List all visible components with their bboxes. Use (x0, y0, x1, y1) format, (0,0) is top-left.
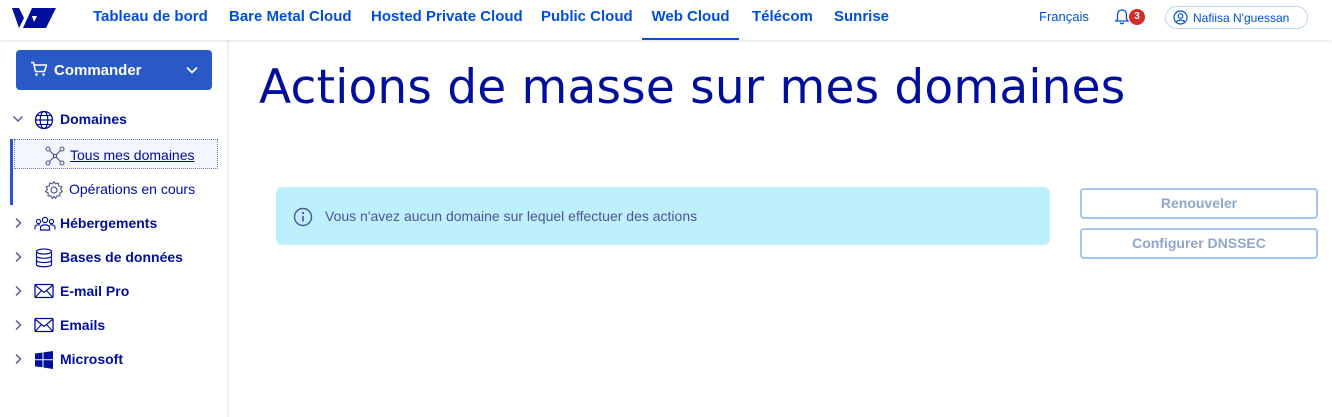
gear-icon (44, 180, 64, 200)
chevron-right-icon (15, 286, 22, 296)
info-message-text: Vous n'avez aucun domaine sur lequel eff… (325, 208, 698, 224)
sidebar-item-emails[interactable]: Emails (0, 310, 229, 340)
tab-web-cloud[interactable]: Web Cloud (642, 0, 739, 40)
top-navigation: Tableau de bord Bare Metal Cloud Hosted … (0, 0, 1332, 40)
sidebar: Commander Domaines Tous mes domaines Opé… (0, 40, 229, 417)
sidebar-item-label: Microsoft (60, 351, 123, 367)
sidebar-item-label: Domaines (60, 111, 127, 127)
sidebar-subitem-tous-mes-domaines[interactable]: Tous mes domaines (14, 139, 218, 169)
chevron-right-icon (15, 252, 22, 262)
tab-sunrise[interactable]: Sunrise (834, 0, 889, 40)
sidebar-item-microsoft[interactable]: Microsoft (0, 344, 229, 374)
chevron-right-icon (15, 320, 22, 330)
renew-button[interactable]: Renouveler (1080, 188, 1318, 219)
tab-telecom[interactable]: Télécom (752, 0, 813, 40)
chevron-right-icon (15, 218, 22, 228)
tab-tableau-de-bord[interactable]: Tableau de bord (93, 0, 208, 40)
database-icon (35, 248, 53, 268)
submenu-indicator (10, 139, 13, 205)
configure-dnssec-button[interactable]: Configurer DNSSEC (1080, 228, 1318, 259)
user-name: Nafiisa N'guessan (1193, 11, 1290, 25)
chevron-down-icon (13, 116, 23, 122)
page-title: Actions de masse sur mes domaines (259, 60, 1126, 115)
sidebar-subitem-label: Tous mes domaines (70, 147, 195, 163)
envelope-icon (34, 317, 54, 333)
sidebar-item-hebergements[interactable]: Hébergements (0, 208, 229, 238)
chevron-right-icon (15, 354, 22, 364)
sidebar-item-bases-de-donnees[interactable]: Bases de données (0, 242, 229, 272)
sidebar-subitem-operations-en-cours[interactable]: Opérations en cours (14, 174, 218, 204)
user-icon (1173, 10, 1188, 25)
ovh-logo[interactable] (10, 4, 58, 32)
sidebar-subitem-label: Opérations en cours (69, 181, 196, 197)
sidebar-item-label: Bases de données (60, 249, 183, 265)
sidebar-item-email-pro[interactable]: E-mail Pro (0, 276, 229, 306)
network-icon (45, 146, 65, 166)
info-icon (293, 207, 313, 227)
order-button-label: Commander (54, 62, 142, 79)
sidebar-item-label: Hébergements (60, 215, 158, 231)
sidebar-item-label: Emails (60, 317, 106, 333)
order-button[interactable]: Commander (16, 50, 212, 90)
sidebar-item-domaines[interactable]: Domaines (0, 104, 229, 134)
tab-bare-metal-cloud[interactable]: Bare Metal Cloud (229, 0, 352, 40)
users-icon (34, 216, 56, 231)
globe-icon (34, 110, 54, 130)
notification-badge: 3 (1129, 9, 1145, 25)
tab-public-cloud[interactable]: Public Cloud (541, 0, 633, 40)
envelope-icon (34, 283, 54, 299)
chevron-down-icon (186, 66, 198, 74)
info-message: Vous n'avez aucun domaine sur lequel eff… (276, 187, 1050, 245)
language-selector[interactable]: Français (1039, 0, 1089, 34)
user-menu-button[interactable]: Nafiisa N'guessan (1165, 6, 1308, 29)
cart-icon (31, 61, 48, 76)
sidebar-item-label: E-mail Pro (60, 283, 130, 299)
windows-icon (35, 351, 53, 369)
tab-hosted-private-cloud[interactable]: Hosted Private Cloud (371, 0, 523, 40)
